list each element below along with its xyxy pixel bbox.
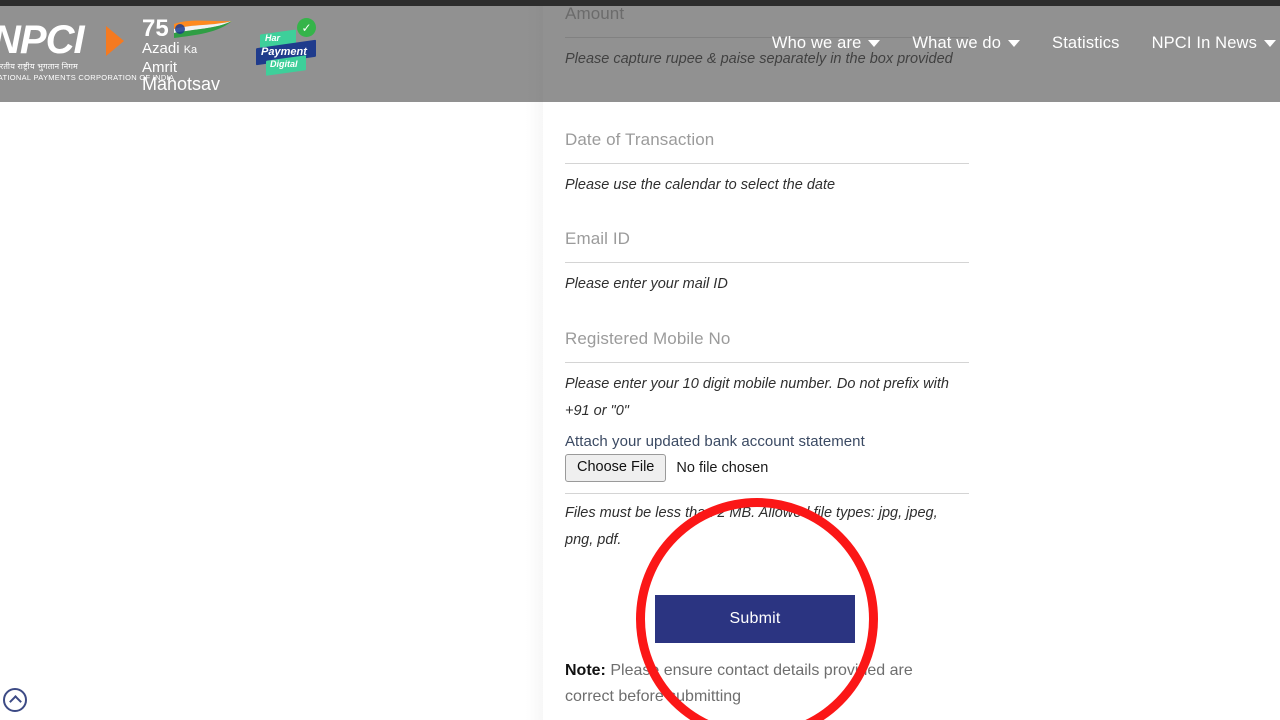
azadi-line1: Azadi Ka — [142, 40, 198, 57]
hpd-line2: Payment — [261, 46, 307, 58]
tricolour-flag-icon — [174, 20, 232, 38]
attachment-divider — [565, 493, 969, 494]
nav-label-who-we-are: Who we are — [771, 34, 862, 52]
file-status-text: No file chosen — [676, 459, 769, 476]
npci-subtitle: NATIONAL PAYMENTS CORPORATION OF INDIA — [0, 73, 175, 82]
page-background-left — [0, 0, 543, 720]
npci-hindi-text: भारतीय राष्ट्रीय भुगतान निगम — [0, 62, 79, 71]
field-mobile-label: Registered Mobile No — [565, 329, 731, 348]
field-email-input[interactable] — [565, 262, 969, 263]
panel-gutter-left — [526, 0, 543, 720]
nav-item-who-we-are[interactable]: Who we are — [756, 34, 897, 53]
nav-item-statistics[interactable]: Statistics — [1036, 34, 1136, 53]
chevron-down-icon[interactable] — [868, 40, 881, 47]
field-registered-mobile: Registered Mobile No Please enter your 1… — [565, 329, 969, 425]
har-payment-digital-badge[interactable]: Har Payment Digital ✓ — [256, 18, 318, 84]
scroll-to-top-button[interactable] — [3, 688, 27, 712]
submit-button[interactable]: Submit — [655, 595, 855, 643]
form-note: Note: Please ensure contact details prov… — [565, 658, 965, 710]
attachment-label: Attach your updated bank account stateme… — [565, 433, 865, 450]
form-note-text: Please ensure contact details provided a… — [565, 662, 913, 705]
field-date-label: Date of Transaction — [565, 130, 715, 149]
field-email-help: Please enter your mail ID — [565, 276, 728, 292]
npci-logo[interactable]: NPCI भारतीय राष्ट्रीय भुगतान निगम NATION… — [0, 20, 175, 82]
nav-label-what-we-do: What we do — [912, 34, 1002, 52]
azadi-ka-amrit-mahotsav-logo[interactable]: 75 Azadi Ka Amrit Mahotsav — [142, 17, 238, 93]
hpd-line3: Digital — [270, 59, 298, 69]
attachment-help: Files must be less than 2 MB. Allowed fi… — [565, 505, 938, 548]
site-header: NPCI भारतीय राष्ट्रीय भुगतान निगम NATION… — [0, 0, 1280, 102]
field-mobile-help: Please enter your 10 digit mobile number… — [565, 376, 949, 419]
field-email-id: Email ID Please enter your mail ID — [565, 229, 969, 298]
chevron-down-icon[interactable] — [1264, 40, 1276, 47]
nav-item-npci-in-news[interactable]: NPCI In News — [1136, 34, 1280, 53]
nav-label-npci-in-news: NPCI In News — [1151, 34, 1257, 52]
choose-file-button[interactable]: Choose File — [565, 454, 667, 482]
check-circle-icon: ✓ — [297, 18, 316, 37]
npci-arrow-icon — [106, 26, 124, 56]
primary-navigation: Who we are What we do Statistics NPCI In… — [756, 34, 1280, 53]
top-utility-bar — [0, 0, 1280, 6]
field-mobile-input[interactable] — [565, 362, 969, 363]
field-email-label: Email ID — [565, 229, 631, 248]
page-root: Amount Please capture rupee & paise sepa… — [0, 0, 1280, 720]
field-date-of-transaction: Date of Transaction Please use the calen… — [565, 130, 969, 199]
field-date-help: Please use the calendar to select the da… — [565, 177, 836, 193]
complaint-form-panel: Amount Please capture rupee & paise sepa… — [543, 0, 991, 720]
header-logos: NPCI भारतीय राष्ट्रीय भुगतान निगम NATION… — [0, 14, 318, 93]
azadi-line2: Amrit Mahotsav — [142, 59, 221, 94]
chevron-up-icon — [8, 695, 22, 708]
chevron-down-icon[interactable] — [1008, 40, 1021, 47]
attachment-help-wrap: Files must be less than 2 MB. Allowed fi… — [565, 500, 969, 554]
file-upload-row[interactable]: Choose File No file chosen — [565, 454, 768, 482]
page-background-right — [991, 0, 1280, 720]
hpd-line1: Har — [265, 33, 281, 43]
nav-label-statistics: Statistics — [1052, 34, 1120, 52]
form-note-prefix: Note: — [565, 662, 606, 679]
field-date-input[interactable] — [565, 163, 969, 164]
nav-item-what-we-do[interactable]: What we do — [896, 34, 1036, 53]
